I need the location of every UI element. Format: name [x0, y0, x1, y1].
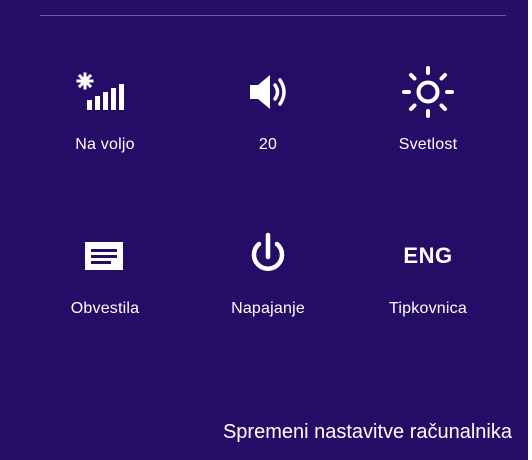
wireless-signal-icon — [65, 62, 145, 122]
power-tile[interactable]: Napajanje — [193, 226, 343, 346]
speaker-volume-icon — [228, 62, 308, 122]
keyboard-language-code: ENG — [403, 243, 453, 268]
settings-charm-panel: Na voljo 20 Svetlost Obvestila Napajanje… — [0, 0, 532, 460]
network-tile[interactable]: Na voljo — [30, 62, 180, 182]
volume-tile[interactable]: 20 — [193, 62, 343, 182]
power-label: Napajanje — [231, 300, 305, 317]
brightness-tile[interactable]: Svetlost — [353, 62, 503, 182]
network-label: Na voljo — [75, 136, 135, 153]
keyboard-label: Tipkovnica — [389, 300, 467, 317]
notifications-tile[interactable]: Obvestila — [30, 226, 180, 346]
keyboard-language-icon: ENG — [388, 226, 468, 286]
screen-edge — [528, 0, 532, 460]
notifications-label: Obvestila — [70, 300, 140, 317]
volume-level: 20 — [258, 136, 278, 153]
brightness-sun-icon — [388, 62, 468, 122]
notifications-message-icon — [65, 226, 145, 286]
power-icon — [228, 226, 308, 286]
brightness-label: Svetlost — [398, 136, 458, 153]
keyboard-tile[interactable]: ENG Tipkovnica — [353, 226, 503, 346]
change-pc-settings-link[interactable]: Spremeni nastavitve računalnika — [223, 420, 512, 444]
divider — [40, 15, 506, 16]
